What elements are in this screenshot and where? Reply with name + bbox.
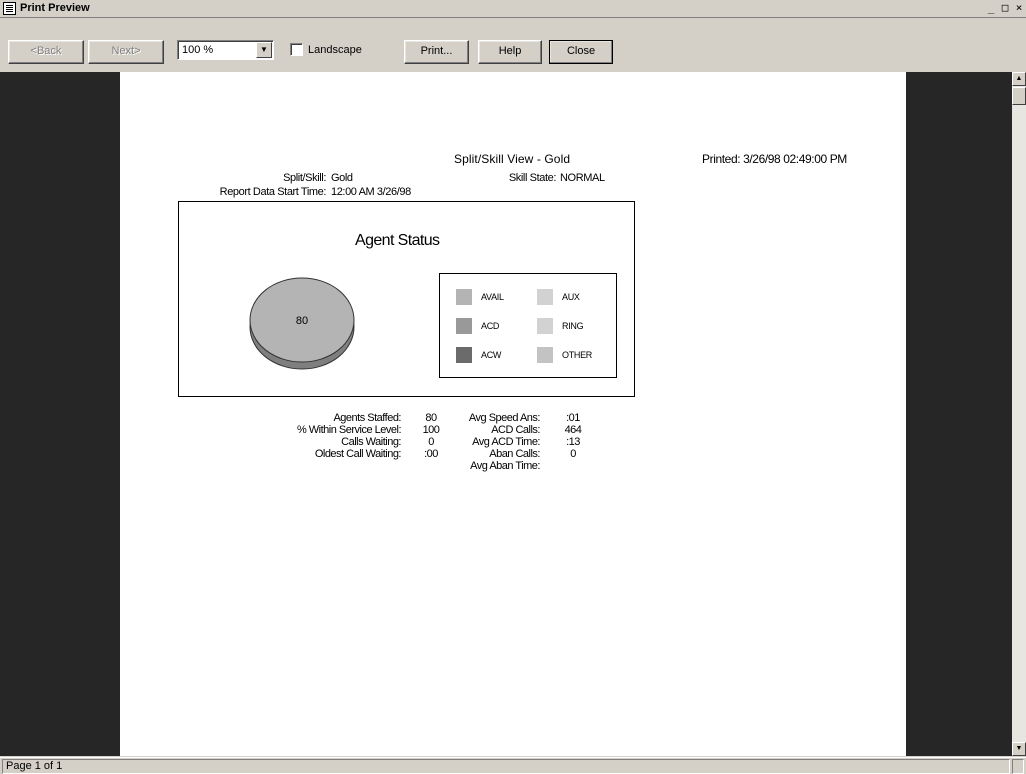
start-time-value: 12:00 AM 3/26/98: [331, 186, 411, 198]
stat-label: Calls Waiting:: [341, 436, 401, 448]
stat-value: :13: [566, 436, 580, 448]
legend-label: RING: [562, 321, 584, 331]
scroll-thumb[interactable]: [1012, 87, 1026, 105]
stat-value: :01: [566, 412, 580, 424]
stat-label: Oldest Call Waiting:: [314, 448, 402, 460]
zoom-value: 100 %: [182, 44, 214, 56]
maximize-icon[interactable]: □: [998, 1, 1012, 15]
pie-data-label: 80: [296, 315, 308, 327]
legend-label: OTHER: [562, 350, 593, 360]
page-indicator: Page 1 of 1: [2, 759, 1010, 774]
print-preview-icon: [3, 2, 16, 15]
stat-label: Avg ACD Time:: [472, 436, 540, 448]
chevron-down-icon[interactable]: ▼: [256, 42, 272, 58]
stat-row: % Within Service Level: 100: [216, 424, 461, 436]
scroll-up-icon[interactable]: ▲: [1012, 72, 1026, 86]
zoom-select[interactable]: 100 % ▼: [177, 40, 274, 60]
split-skill-value: Gold: [331, 172, 353, 184]
status-bar: Page 1 of 1: [0, 757, 1026, 774]
legend-item-aux: AUX: [537, 289, 580, 305]
stat-value: 0: [570, 448, 576, 460]
stat-label: Aban Calls:: [489, 448, 540, 460]
help-button[interactable]: Help: [478, 40, 542, 64]
legend-item-ring: RING: [537, 318, 584, 334]
start-time-label: Report Data Start Time:: [219, 186, 327, 198]
stat-value: 464: [564, 424, 582, 436]
legend-label: AUX: [562, 292, 580, 302]
agent-status-chart: Agent Status 80 AVAIL AUX ACD RING ACW OTHER: [178, 201, 635, 397]
window-controls: _ □ ×: [984, 1, 1026, 16]
report-page: Split/Skill View - Gold Printed: 3/26/98…: [120, 72, 906, 756]
split-skill-label: Split/Skill:: [283, 172, 326, 184]
vertical-scrollbar[interactable]: ▲ ▼: [1012, 72, 1026, 756]
legend-item-other: OTHER: [537, 347, 592, 363]
legend-swatch: [456, 347, 472, 363]
landscape-checkbox[interactable]: Landscape: [290, 43, 362, 56]
skill-state-label: Skill State:: [508, 172, 557, 184]
skill-state-value: NORMAL: [560, 172, 605, 184]
preview-area: Split/Skill View - Gold Printed: 3/26/98…: [0, 72, 1012, 756]
chart-title: Agent Status: [355, 232, 440, 249]
stat-row: ACD Calls: 464: [450, 424, 606, 436]
stat-row: Avg Speed Ans: :01: [450, 412, 606, 424]
legend-item-acw: ACW: [456, 347, 501, 363]
minimize-icon[interactable]: _: [984, 1, 998, 15]
printed-timestamp: Printed: 3/26/98 02:49:00 PM: [702, 152, 847, 166]
stat-label: Avg Speed Ans:: [468, 412, 541, 424]
legend-label: ACD: [481, 321, 500, 331]
legend-swatch: [456, 289, 472, 305]
stat-label: ACD Calls:: [491, 424, 540, 436]
legend-swatch: [537, 318, 553, 334]
stat-label: Agents Staffed:: [333, 412, 401, 424]
window-title: Print Preview: [20, 2, 90, 14]
landscape-label: Landscape: [308, 43, 362, 56]
report-view-title: Split/Skill View - Gold: [454, 152, 571, 166]
title-bar: Print Preview _ □ ×: [0, 0, 1026, 18]
legend-swatch: [537, 347, 553, 363]
stat-label: Avg Aban Time:: [470, 460, 540, 472]
close-window-icon[interactable]: ×: [1012, 1, 1026, 15]
stat-row: Avg Aban Time:: [450, 460, 606, 472]
checkbox-box[interactable]: [290, 43, 303, 56]
chart-legend: AVAIL AUX ACD RING ACW OTHER: [439, 273, 617, 378]
legend-label: ACW: [481, 350, 502, 360]
legend-item-avail: AVAIL: [456, 289, 504, 305]
close-button[interactable]: Close: [549, 40, 613, 64]
stat-row: Agents Staffed: 80: [216, 412, 461, 424]
back-button[interactable]: <Back: [8, 40, 84, 64]
print-button[interactable]: Print...: [404, 40, 469, 64]
legend-item-acd: ACD: [456, 318, 499, 334]
status-pane: [1012, 759, 1024, 774]
legend-swatch: [537, 289, 553, 305]
legend-swatch: [456, 318, 472, 334]
next-button[interactable]: Next>: [88, 40, 164, 64]
legend-label: AVAIL: [481, 292, 504, 302]
pie-chart: 80: [249, 277, 355, 370]
stat-row: Avg ACD Time: :13: [450, 436, 606, 448]
stat-label: % Within Service Level:: [296, 424, 402, 436]
scroll-down-icon[interactable]: ▼: [1012, 742, 1026, 756]
stat-row: Calls Waiting: 0: [216, 436, 461, 448]
stat-row: Oldest Call Waiting::00: [216, 448, 461, 460]
stat-row: Aban Calls: 0: [450, 448, 606, 460]
